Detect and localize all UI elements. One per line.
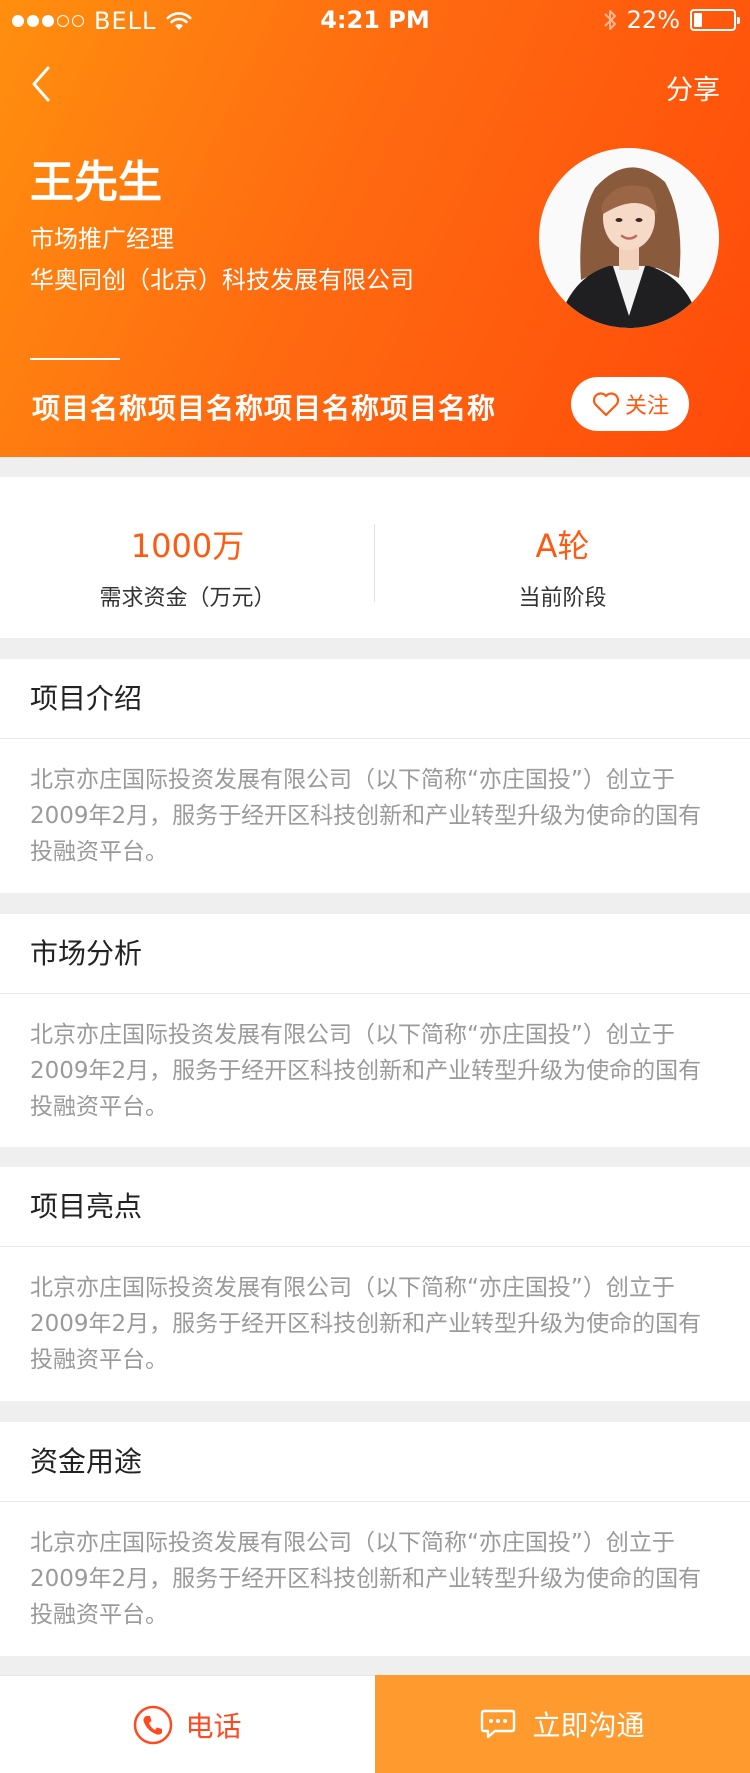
section-title: 项目介绍 [30, 682, 143, 715]
follow-label: 关注 [624, 394, 669, 419]
section-divider [0, 1501, 750, 1502]
section-project-intro: 项目介绍 北京亦庄国际投资发展有限公司（以下简称“亦庄国投”）创立于2009年2… [0, 659, 750, 893]
call-label: 电话 [185, 1709, 242, 1743]
stat-stage-label: 当前阶段 [518, 586, 607, 611]
avatar [539, 148, 719, 328]
project-name: 项目名称项目名称项目名称项目名称 [32, 392, 497, 425]
stat-stage: A轮 当前阶段 [375, 477, 750, 638]
section-body: 北京亦庄国际投资发展有限公司（以下简称“亦庄国投”）创立于2009年2月，服务于… [30, 1530, 702, 1628]
section-divider [0, 993, 750, 994]
battery-percent: 22% [626, 6, 680, 34]
stat-stage-value: A轮 [535, 527, 590, 565]
section-fund-usage: 资金用途 北京亦庄国际投资发展有限公司（以下简称“亦庄国投”）创立于2009年2… [0, 1422, 750, 1656]
chat-label: 立即沟通 [532, 1709, 645, 1742]
section-title: 项目亮点 [30, 1190, 143, 1223]
contact-position: 市场推广经理 [30, 225, 174, 253]
funding-stats: 1000万 需求资金（万元） A轮 当前阶段 [0, 477, 750, 638]
status-bar: BELL 4:21 PM 22% [0, 0, 750, 40]
heart-icon [592, 392, 620, 417]
share-button[interactable]: 分享 [666, 68, 720, 107]
bluetooth-icon [603, 10, 616, 30]
call-button[interactable]: 电话 [0, 1675, 375, 1773]
stat-funding-label: 需求资金（万元） [99, 586, 276, 611]
section-title: 市场分析 [30, 937, 143, 970]
follow-button[interactable]: 关注 [571, 377, 689, 431]
section-divider [0, 1246, 750, 1247]
section-highlights: 项目亮点 北京亦庄国际投资发展有限公司（以下简称“亦庄国投”）创立于2009年2… [0, 1167, 750, 1401]
section-body: 北京亦庄国际投资发展有限公司（以下简称“亦庄国投”）创立于2009年2月，服务于… [30, 1022, 702, 1120]
section-divider [0, 738, 750, 739]
chat-bubble-icon [481, 1709, 516, 1739]
battery-icon [690, 9, 740, 31]
stat-funding-value: 1000万 [130, 527, 245, 565]
phone-icon [134, 1705, 173, 1744]
header-divider [30, 358, 120, 360]
avatar-portrait-icon [539, 148, 719, 328]
bottom-action-bar: 电话 立即沟通 [0, 1675, 750, 1773]
stat-funding: 1000万 需求资金（万元） [0, 477, 375, 638]
section-market-analysis: 市场分析 北京亦庄国际投资发展有限公司（以下简称“亦庄国投”）创立于2009年2… [0, 914, 750, 1147]
contact-company: 华奥同创（北京）科技发展有限公司 [30, 266, 414, 294]
chat-now-button[interactable]: 立即沟通 [375, 1675, 750, 1773]
section-title: 资金用途 [30, 1445, 143, 1478]
contact-name: 王先生 [30, 157, 162, 208]
section-body: 北京亦庄国际投资发展有限公司（以下简称“亦庄国投”）创立于2009年2月，服务于… [30, 767, 702, 865]
back-button[interactable] [26, 64, 56, 104]
section-body: 北京亦庄国际投资发展有限公司（以下简称“亦庄国投”）创立于2009年2月，服务于… [30, 1275, 702, 1373]
status-right: 22% [603, 6, 740, 34]
profile-header: BELL 4:21 PM 22% 分享 王先生 市场推广经理 华奥同创（北京）科… [0, 0, 750, 457]
